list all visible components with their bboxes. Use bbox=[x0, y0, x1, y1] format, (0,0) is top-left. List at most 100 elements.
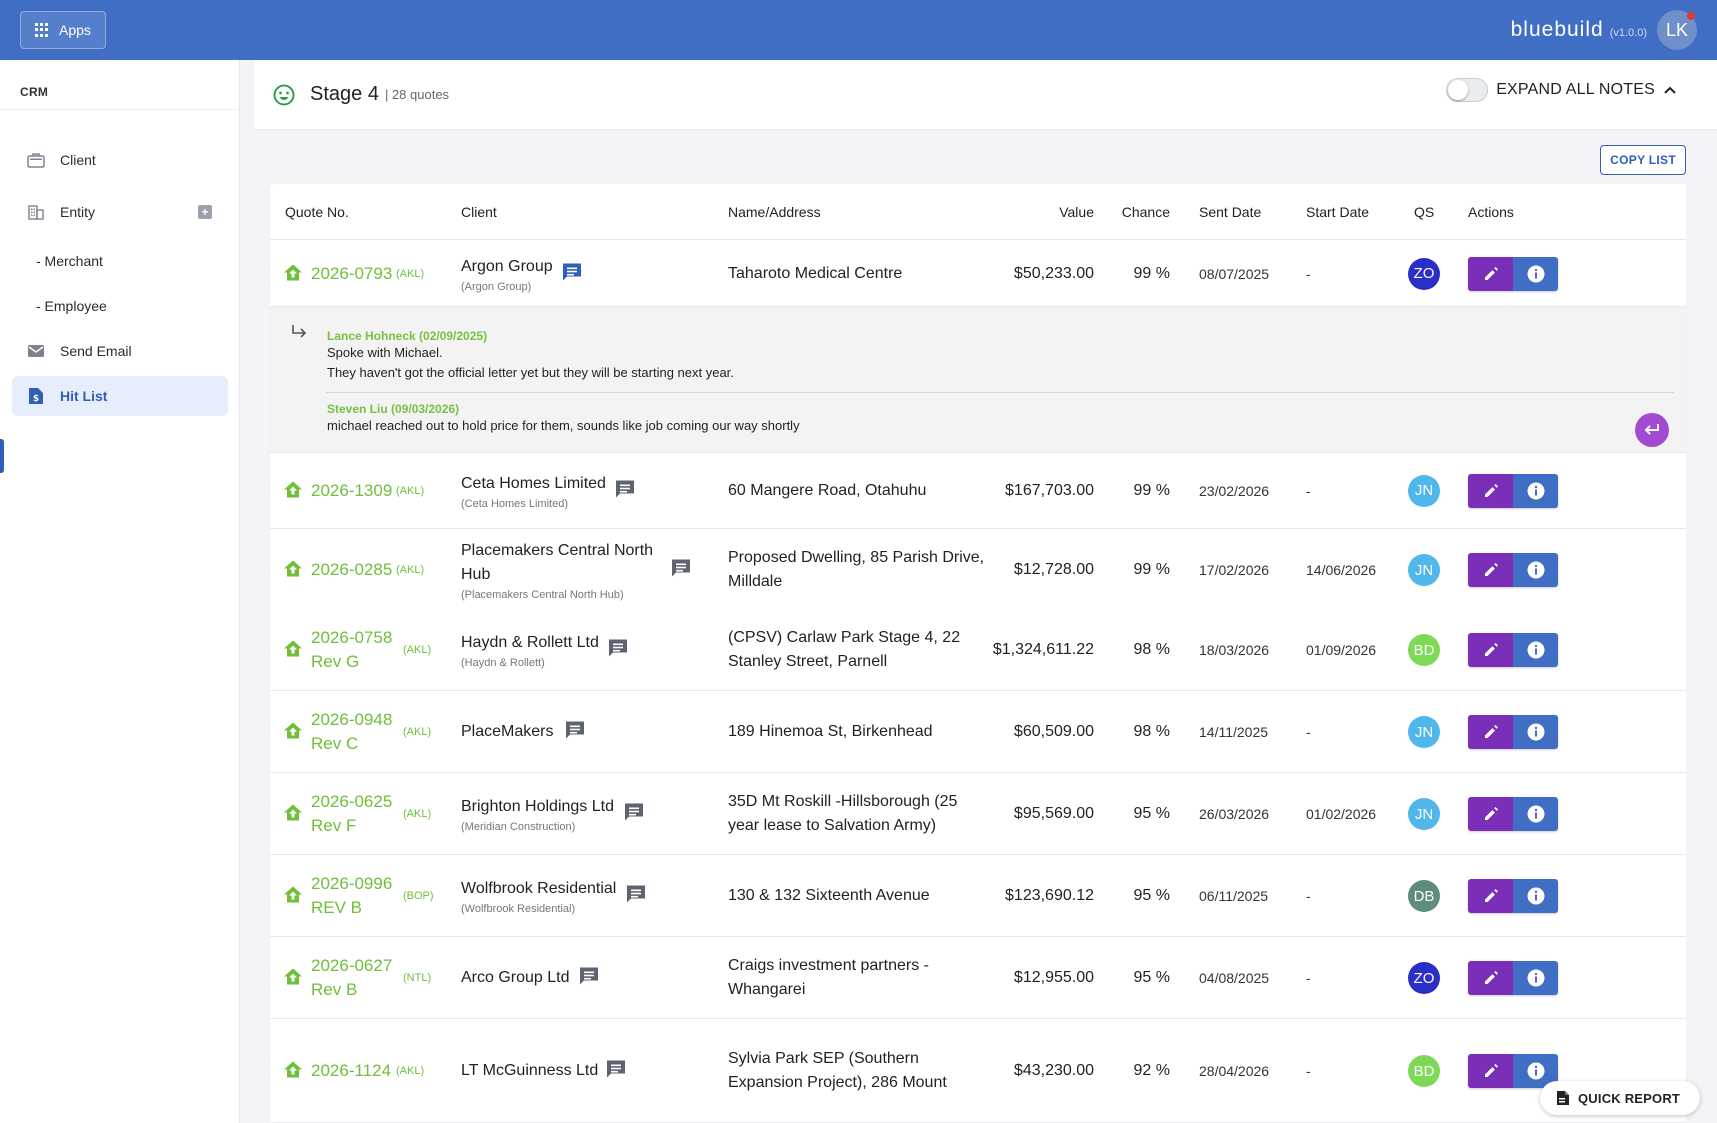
sidebar-item-merchant[interactable]: - Merchant bbox=[12, 241, 228, 281]
win-chance: 95 % bbox=[1133, 805, 1170, 822]
edit-button[interactable] bbox=[1468, 1054, 1513, 1088]
info-button[interactable] bbox=[1513, 961, 1558, 995]
comment-icon[interactable] bbox=[605, 1059, 627, 1084]
comment-icon[interactable] bbox=[670, 558, 692, 583]
info-button[interactable] bbox=[1513, 256, 1558, 291]
quote-number[interactable]: 2026-0948 bbox=[311, 708, 401, 732]
house-up-icon bbox=[283, 885, 303, 908]
name-address: Taharoto Medical Centre bbox=[728, 264, 903, 282]
qs-avatar[interactable]: JN bbox=[1408, 474, 1440, 507]
table-row[interactable]: 2026-0285 (AKL) Placemakers Central Nort… bbox=[270, 530, 1686, 611]
quote-number[interactable]: 2026-0627 bbox=[311, 954, 401, 978]
quote-number[interactable]: 2026-0996 bbox=[311, 872, 401, 896]
edit-button[interactable] bbox=[1468, 961, 1513, 995]
qs-avatar[interactable]: BD bbox=[1408, 1055, 1440, 1087]
quote-number[interactable]: 2026-0285 bbox=[311, 558, 401, 582]
name-address: 60 Mangere Road, Otahuhu bbox=[728, 481, 927, 499]
stage-header: Stage 4 | 28 quotes EXPAND ALL NOTES bbox=[254, 60, 1717, 130]
quote-number[interactable]: 2026-0625 bbox=[311, 790, 401, 814]
quote-revision[interactable]: Rev F bbox=[311, 814, 401, 838]
comment-icon[interactable] bbox=[564, 720, 586, 745]
quote-revision[interactable]: Rev G bbox=[311, 650, 401, 674]
column-header-quote[interactable]: Quote No. bbox=[285, 204, 349, 220]
edit-button[interactable] bbox=[1468, 473, 1513, 508]
chevron-up-icon[interactable] bbox=[1663, 85, 1677, 95]
edit-button[interactable] bbox=[1468, 797, 1513, 831]
comment-icon[interactable] bbox=[561, 261, 583, 286]
edit-button[interactable] bbox=[1468, 256, 1513, 291]
reply-note-button[interactable] bbox=[1635, 413, 1669, 447]
table-row[interactable]: 2026-1309 (AKL) Ceta Homes Limited (Ceta… bbox=[270, 453, 1686, 529]
qs-avatar[interactable]: JN bbox=[1408, 798, 1440, 830]
sidebar-item-employee[interactable]: - Employee bbox=[12, 286, 228, 326]
qs-avatar[interactable]: DB bbox=[1408, 880, 1440, 912]
user-avatar[interactable]: LK bbox=[1657, 10, 1697, 50]
quote-revision[interactable]: Rev B bbox=[311, 978, 401, 1002]
quote-number-link[interactable]: 2026-1124 bbox=[311, 1059, 401, 1083]
table-row[interactable]: 2026-0627 Rev B (NTL) Arco Group Ltd Cra… bbox=[270, 938, 1686, 1019]
info-button[interactable] bbox=[1513, 473, 1558, 508]
quote-number[interactable]: 2026-0793 bbox=[311, 262, 401, 286]
region-tag: (NTL) bbox=[403, 972, 432, 984]
edit-button[interactable] bbox=[1468, 879, 1513, 913]
add-entity-icon[interactable]: + bbox=[198, 205, 212, 219]
note-line: They haven't got the official letter yet… bbox=[327, 365, 734, 380]
info-button[interactable] bbox=[1513, 715, 1558, 749]
edit-button[interactable] bbox=[1468, 553, 1513, 587]
quote-revision[interactable]: REV B bbox=[311, 896, 401, 920]
quote-revision[interactable]: Rev C bbox=[311, 732, 401, 756]
quote-number-link[interactable]: 2026-0625 Rev F bbox=[311, 790, 401, 838]
quote-number-link[interactable]: 2026-0996 REV B bbox=[311, 872, 401, 920]
column-header-sent-date[interactable]: Sent Date bbox=[1199, 204, 1261, 220]
quote-number-link[interactable]: 2026-0627 Rev B bbox=[311, 954, 401, 1002]
table-row[interactable]: 2026-0793 (AKL) Argon Group (Argon Group… bbox=[270, 241, 1686, 307]
qs-avatar[interactable]: JN bbox=[1408, 554, 1440, 586]
edit-button[interactable] bbox=[1468, 715, 1513, 749]
copy-list-button[interactable]: COPY LIST bbox=[1600, 145, 1686, 175]
qs-avatar[interactable]: ZO bbox=[1408, 962, 1440, 994]
sidebar-item-client[interactable]: Client bbox=[12, 140, 228, 180]
quote-number-link[interactable]: 2026-0285 bbox=[311, 558, 401, 582]
quote-number-link[interactable]: 2026-0793 bbox=[311, 262, 401, 286]
table-row[interactable]: 2026-0996 REV B (BOP) Wolfbrook Resident… bbox=[270, 856, 1686, 937]
quote-number-link[interactable]: 2026-0758 Rev G bbox=[311, 626, 401, 674]
sidebar-item-entity[interactable]: Entity + bbox=[12, 192, 228, 232]
quote-number[interactable]: 2026-1309 bbox=[311, 479, 401, 503]
house-up-icon bbox=[283, 262, 303, 285]
column-header-name[interactable]: Name/Address bbox=[728, 204, 821, 220]
column-header-client[interactable]: Client bbox=[461, 204, 497, 220]
info-button[interactable] bbox=[1513, 553, 1558, 587]
column-header-value[interactable]: Value bbox=[1040, 204, 1094, 220]
quote-number-link[interactable]: 2026-1309 bbox=[311, 479, 401, 503]
comment-icon[interactable] bbox=[614, 478, 636, 503]
column-header-qs[interactable]: QS bbox=[1414, 204, 1434, 220]
quote-number-link[interactable]: 2026-0948 Rev C bbox=[311, 708, 401, 756]
comment-icon[interactable] bbox=[607, 638, 629, 663]
table-row[interactable]: 2026-0758 Rev G (AKL) Haydn & Rollett Lt… bbox=[270, 610, 1686, 691]
region-tag: (AKL) bbox=[396, 564, 425, 576]
comment-icon[interactable] bbox=[623, 802, 645, 827]
comment-icon[interactable] bbox=[578, 966, 600, 991]
sidebar-item-send-email[interactable]: Send Email bbox=[12, 331, 228, 371]
info-button[interactable] bbox=[1513, 633, 1558, 667]
qs-avatar[interactable]: JN bbox=[1408, 716, 1440, 748]
expand-notes-control[interactable]: EXPAND ALL NOTES bbox=[1446, 78, 1677, 102]
sidebar-item-hit-list[interactable]: $ Hit List bbox=[12, 376, 228, 416]
qs-avatar[interactable]: ZO bbox=[1408, 257, 1440, 290]
quote-number[interactable]: 2026-1124 bbox=[311, 1059, 401, 1083]
expand-notes-toggle[interactable] bbox=[1446, 78, 1489, 102]
info-button[interactable] bbox=[1513, 797, 1558, 831]
comment-icon[interactable] bbox=[625, 884, 647, 909]
quote-number[interactable]: 2026-0758 bbox=[311, 626, 401, 650]
apps-button[interactable]: Apps bbox=[20, 11, 106, 49]
table-row[interactable]: 2026-0625 Rev F (AKL) Brighton Holdings … bbox=[270, 774, 1686, 855]
column-header-chance[interactable]: Chance bbox=[1120, 204, 1170, 220]
table-row[interactable]: 2026-1124 (AKL) LT McGuinness Ltd Sylvia… bbox=[270, 1020, 1686, 1123]
column-header-start-date[interactable]: Start Date bbox=[1306, 204, 1369, 220]
table-row[interactable]: 2026-0948 Rev C (AKL) PlaceMakers 189 Hi… bbox=[270, 692, 1686, 773]
edit-button[interactable] bbox=[1468, 633, 1513, 667]
quick-report-button[interactable]: QUICK REPORT bbox=[1540, 1081, 1700, 1115]
qs-avatar[interactable]: BD bbox=[1408, 634, 1440, 666]
info-button[interactable] bbox=[1513, 879, 1558, 913]
sent-date: 17/02/2026 bbox=[1199, 562, 1270, 578]
